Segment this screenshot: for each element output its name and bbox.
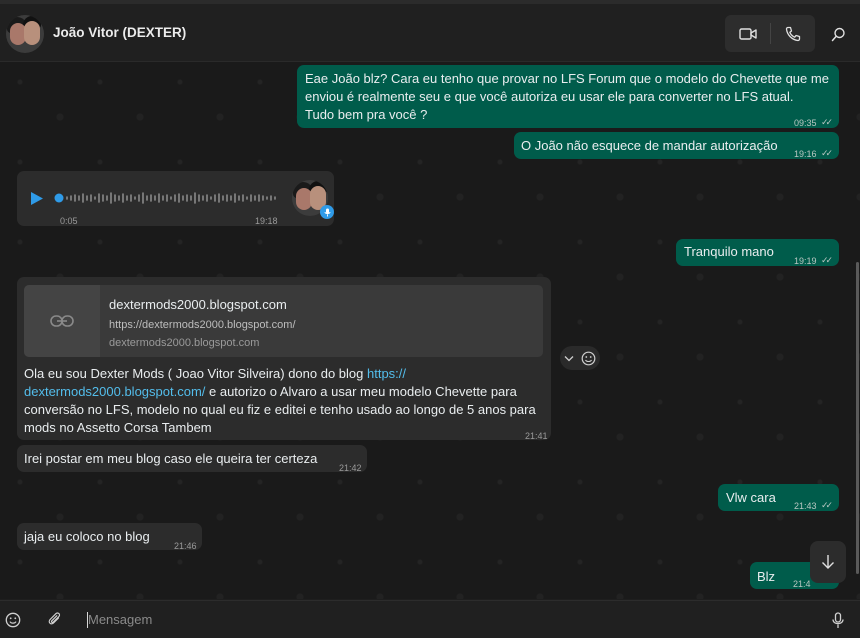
message-text: Vlw cara	[726, 490, 776, 505]
call-button-group	[725, 15, 815, 52]
emoji-button[interactable]	[3, 610, 23, 630]
link-url: https://dextermods2000.blogspot.com/	[109, 319, 296, 331]
message-text-line: Tudo bem pra você ?	[305, 107, 428, 122]
scrollbar[interactable]	[856, 262, 859, 574]
message-text: jaja eu coloco no blog	[24, 529, 150, 544]
video-call-button[interactable]	[725, 15, 770, 52]
link-thumbnail	[24, 285, 100, 357]
play-icon	[31, 191, 43, 205]
mic-icon	[832, 611, 844, 628]
message-outgoing[interactable]: O João não esquece de mandar autorização…	[514, 132, 839, 159]
link-preview-card[interactable]: dextermods2000.blogspot.com https://dext…	[24, 285, 543, 357]
voice-message[interactable]: 0:05 19:18	[17, 171, 334, 226]
message-link[interactable]: dextermods2000.blogspot.com/	[24, 384, 205, 399]
read-receipt-icon: ✓✓	[821, 500, 833, 510]
message-text-line: Eae João blz? Cara eu tenho que provar n…	[305, 71, 829, 86]
message-actions[interactable]	[560, 346, 600, 370]
message-outgoing[interactable]: Eae João blz? Cara eu tenho que provar n…	[297, 65, 839, 128]
message-text: Tranquilo mano	[684, 244, 774, 259]
voice-call-icon	[785, 26, 801, 41]
message-time: 21:43	[794, 501, 817, 511]
video-call-icon	[738, 27, 757, 40]
contact-avatar[interactable]	[6, 15, 44, 53]
message-time: 21:42	[339, 463, 362, 473]
voice-waveform[interactable]	[54, 190, 280, 206]
attach-icon	[48, 612, 61, 625]
message-incoming[interactable]: Irei postar em meu blog caso ele queira …	[17, 445, 367, 473]
link-domain: dextermods2000.blogspot.com	[109, 337, 260, 349]
message-text-line: Ola eu sou Dexter Mods ( Joao Vitor Silv…	[24, 366, 407, 381]
emoji-icon	[5, 612, 21, 628]
message-text: Irei postar em meu blog caso ele queira …	[24, 451, 318, 466]
message-text-line: enviou é realmente seu e que você autori…	[305, 89, 794, 104]
scroll-to-bottom-button[interactable]	[810, 541, 846, 583]
message-outgoing[interactable]: Vlw cara 21:43 ✓✓	[718, 484, 839, 511]
read-receipt-icon: ✓✓	[821, 117, 833, 127]
message-time: 21:4	[793, 579, 811, 589]
arrow-down-icon	[822, 555, 834, 569]
voice-call-button[interactable]	[771, 15, 815, 52]
attach-button[interactable]	[45, 610, 65, 630]
read-receipt-icon: ✓✓	[821, 255, 833, 265]
composer: Mensagem	[0, 600, 860, 638]
message-text: O João não esquece de mandar autorização	[521, 138, 778, 153]
link-title: dextermods2000.blogspot.com	[109, 297, 287, 312]
message-list[interactable]: Eae João blz? Cara eu tenho que provar n…	[0, 62, 860, 599]
message-text-line: conversão no LFS, modelo no qual eu fiz …	[24, 402, 536, 417]
search-icon	[831, 27, 845, 41]
message-time: 21:41	[525, 431, 548, 441]
message-link[interactable]: https://	[367, 366, 406, 381]
message-time: 19:18	[255, 216, 278, 226]
message-outgoing[interactable]: Tranquilo mano 19:19 ✓✓	[676, 239, 839, 266]
chat-header: João Vitor (DEXTER)	[0, 4, 860, 62]
message-input[interactable]: Mensagem	[88, 609, 808, 631]
message-incoming[interactable]: jaja eu coloco no blog 21:46	[17, 523, 202, 551]
search-button[interactable]	[826, 22, 850, 46]
link-icon	[50, 315, 74, 327]
contact-name[interactable]: João Vitor (DEXTER)	[53, 25, 186, 40]
read-receipt-icon: ✓✓	[821, 148, 833, 158]
message-time: 09:35	[794, 118, 817, 128]
message-text-line: dextermods2000.blogspot.com/ e autorizo …	[24, 384, 517, 399]
voice-duration: 0:05	[60, 216, 78, 226]
chevron-down-icon[interactable]	[564, 355, 574, 362]
voice-record-button[interactable]	[828, 610, 848, 630]
voice-badge	[320, 205, 334, 219]
play-button[interactable]	[27, 188, 47, 208]
message-text-line: mods no Assetto Corsa Tambem	[24, 420, 212, 435]
message-time: 21:46	[174, 541, 197, 551]
message-time: 19:16	[794, 149, 817, 159]
message-link-preview[interactable]: dextermods2000.blogspot.com https://dext…	[17, 277, 551, 441]
emoji-reaction-icon[interactable]	[581, 351, 596, 366]
message-time: 19:19	[794, 256, 817, 266]
mic-icon	[324, 208, 330, 216]
message-text: Blz	[757, 569, 776, 584]
